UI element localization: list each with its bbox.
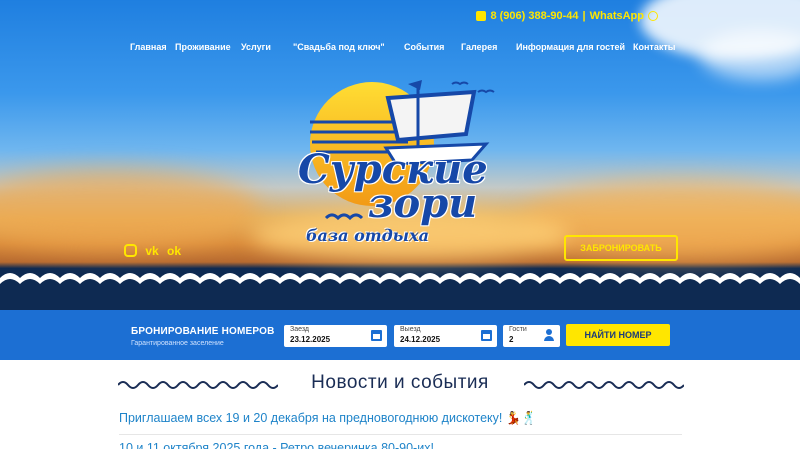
site-logo[interactable]: Сурские зори база отдыха <box>296 78 506 248</box>
instagram-icon[interactable] <box>124 244 137 257</box>
book-now-button[interactable]: ЗАБРОНИРОВАТЬ <box>564 235 678 261</box>
booking-bar: БРОНИРОВАНИЕ НОМЕРОВ Гарантированное зас… <box>0 310 800 360</box>
news-divider <box>119 434 682 435</box>
checkin-value[interactable]: 23.12.2025 <box>290 335 330 344</box>
news-item-link[interactable]: Приглашаем всех 19 и 20 декабря на предн… <box>119 411 537 426</box>
user-icon <box>544 329 554 342</box>
heading-wave-right <box>524 381 684 389</box>
nav-item-gallery[interactable]: Галерея <box>461 42 497 52</box>
cloud-decoration <box>700 30 800 80</box>
main-nav: Главная Проживание Услуги "Свадьба под к… <box>0 42 800 54</box>
vk-icon[interactable]: vk <box>145 244 159 258</box>
phone-icon <box>476 11 487 21</box>
booking-title: БРОНИРОВАНИЕ НОМЕРОВ <box>131 326 275 337</box>
whatsapp-icon[interactable] <box>648 11 658 21</box>
nav-item-home[interactable]: Главная <box>130 42 167 52</box>
nav-item-contacts[interactable]: Контакты <box>633 42 675 52</box>
guests-field[interactable]: Гости 2 <box>503 325 560 347</box>
cloud-decoration <box>0 170 260 250</box>
checkout-field[interactable]: Выезд 24.12.2025 <box>394 325 497 347</box>
checkout-value[interactable]: 24.12.2025 <box>400 335 440 344</box>
contact-separator: | <box>582 10 586 22</box>
nav-item-events[interactable]: События <box>404 42 444 52</box>
calendar-icon[interactable] <box>371 330 382 341</box>
whatsapp-link[interactable]: WhatsApp <box>590 10 644 22</box>
guests-label: Гости <box>509 326 527 333</box>
checkout-label: Выезд <box>400 326 421 333</box>
nav-item-services[interactable]: Услуги <box>241 42 271 52</box>
checkin-field[interactable]: Заезд 23.12.2025 <box>284 325 387 347</box>
ok-icon[interactable]: ok <box>167 244 181 258</box>
nav-item-wedding[interactable]: "Свадьба под ключ" <box>293 42 385 52</box>
hero-banner: 8 (906) 388-90-44 | WhatsApp Главная Про… <box>0 0 800 312</box>
find-room-button[interactable]: НАЙТИ НОМЕР <box>566 324 670 346</box>
waves-divider <box>0 273 800 312</box>
guests-value[interactable]: 2 <box>509 335 513 344</box>
phone-link[interactable]: 8 (906) 388-90-44 <box>490 10 578 22</box>
checkin-label: Заезд <box>290 326 310 333</box>
logo-text-zori: зори <box>368 180 478 227</box>
logo-text-tagline: база отдыха <box>306 226 429 245</box>
news-item-link[interactable]: 10 и 11 октября 2025 года - Ретро вечери… <box>119 441 434 449</box>
booking-subtitle: Гарантированное заселение <box>131 340 224 347</box>
calendar-icon[interactable] <box>481 330 492 341</box>
contact-bar: 8 (906) 388-90-44 | WhatsApp <box>476 10 658 22</box>
nav-item-accommodation[interactable]: Проживание <box>175 42 231 52</box>
social-links: vk ok <box>124 244 181 258</box>
nav-item-guest-info[interactable]: Информация для гостей <box>516 42 625 52</box>
